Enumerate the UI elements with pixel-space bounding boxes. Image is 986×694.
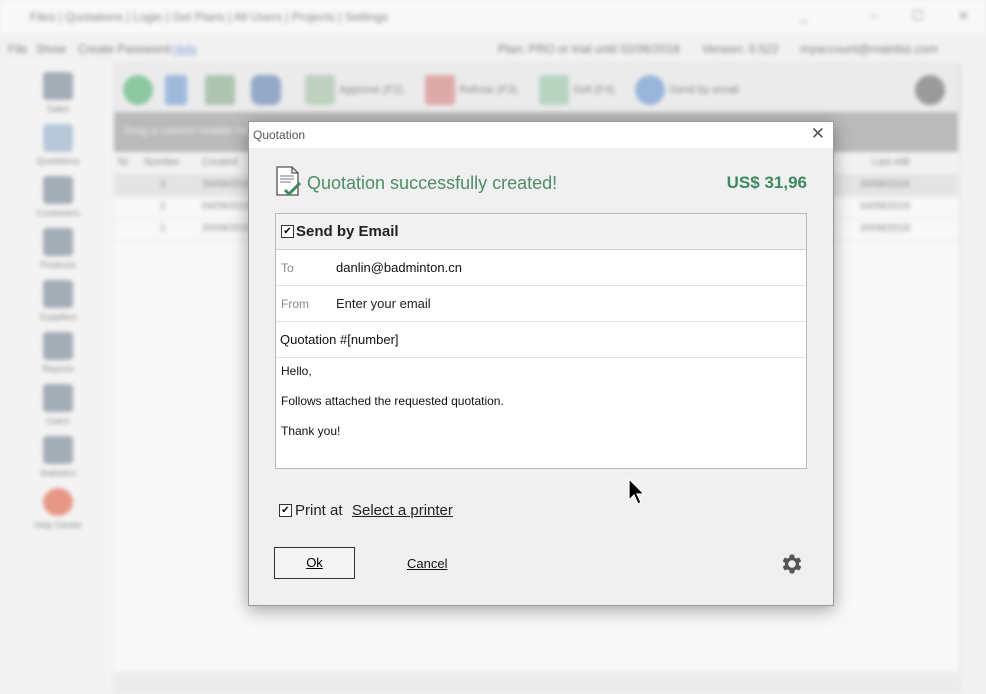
quotation-total: US$ 31,96 [726, 173, 807, 192]
quotation-dialog: Quotation ✕ Quotation successfully creat… [248, 121, 834, 606]
sidebar-item-users[interactable]: Users [18, 384, 98, 434]
plus-icon [123, 75, 153, 105]
truck-icon [43, 280, 73, 308]
minimize-icon[interactable]: _ [800, 8, 807, 23]
app-toolbar: Approve (F2) Refuse (F3) Sell (F4) Send … [114, 66, 960, 114]
cart-icon [43, 72, 73, 100]
document-check-icon [276, 166, 301, 197]
edit-button[interactable] [165, 75, 191, 105]
user-icon [43, 384, 73, 412]
app-menubar: File Show Create Password Help Plan: PRO… [0, 34, 986, 63]
reports-icon [43, 332, 73, 360]
dialog-titlebar: Quotation ✕ [249, 122, 833, 148]
print-checkbox[interactable]: ✔ [279, 504, 292, 517]
version-label: Version: 0.522 [702, 42, 779, 56]
app-window-title: Files | Quotations | Login | Get Plans |… [30, 10, 389, 24]
lifebuoy-icon [43, 488, 73, 516]
account-email[interactable]: myaccount@mainbiz.com [800, 42, 938, 56]
ok-label: Ok [306, 555, 323, 570]
body-line: Thank you! [281, 424, 341, 438]
sidebar-item-help-center[interactable]: Help Center [18, 488, 98, 538]
body-line: Hello, [281, 364, 312, 378]
sell-icon [539, 75, 569, 105]
sidebar-item-products[interactable]: Products [18, 228, 98, 278]
subject-row [276, 322, 806, 358]
approve-button[interactable]: Approve (F2) [305, 75, 403, 105]
to-field[interactable] [336, 260, 776, 275]
send-by-email-button[interactable]: Send by email [635, 75, 739, 105]
refuse-icon [425, 75, 455, 105]
toolbar-settings-button[interactable] [915, 75, 949, 105]
add-button[interactable] [123, 75, 157, 105]
send-email-checkbox[interactable]: ✔ [281, 225, 294, 238]
sidebar-item-suppliers[interactable]: Suppliers [18, 280, 98, 330]
menu-help-link[interactable]: Help [172, 42, 197, 56]
gear-icon [915, 75, 945, 105]
menu-file[interactable]: File [8, 42, 27, 56]
grid-pager-bar[interactable] [114, 672, 958, 694]
from-row: From [276, 286, 806, 322]
statistics-icon [43, 436, 73, 464]
from-label: From [281, 297, 309, 311]
send-email-label[interactable]: Send by Email [296, 223, 399, 240]
sell-button[interactable]: Sell (F4) [539, 75, 615, 105]
refuse-button[interactable]: Refuse (F3) [425, 75, 517, 105]
pencil-icon [165, 75, 187, 105]
right-side-panel[interactable] [960, 62, 986, 694]
menu-show[interactable]: Show [36, 42, 66, 56]
close-window-icon[interactable]: ✕ [958, 8, 969, 24]
ok-button[interactable]: Ok [274, 547, 355, 579]
email-panel: ✔ Send by Email To From Hello, Follows a… [275, 213, 807, 469]
sidebar-item-statistics[interactable]: Statistics [18, 436, 98, 486]
send-email-header: ✔ Send by Email [276, 214, 806, 250]
dialog-title: Quotation [253, 128, 306, 142]
document-icon [43, 124, 73, 152]
body-line: Follows attached the requested quotation… [281, 394, 504, 408]
to-row: To [276, 250, 806, 286]
plan-status: Plan: PRO or trial until 02/06/2016 [498, 42, 681, 56]
approve-icon [305, 75, 335, 105]
from-field[interactable] [336, 296, 776, 311]
select-printer-link[interactable]: Select a printer [352, 502, 453, 519]
cancel-button[interactable]: Cancel [407, 556, 447, 571]
close-icon[interactable]: ✕ [811, 125, 825, 143]
sidebar-item-quotations[interactable]: Quotations [18, 124, 98, 174]
customers-icon [43, 176, 73, 204]
success-message: Quotation successfully created! [307, 173, 558, 193]
printer-icon [205, 75, 235, 105]
app-sidebar: Sales Quotations Customers Products Supp… [0, 62, 112, 694]
minimize-window-icon[interactable]: – [870, 8, 877, 23]
mouse-cursor-icon [628, 478, 646, 505]
subject-field[interactable] [280, 332, 720, 347]
van-icon [251, 75, 281, 105]
sidebar-item-sales[interactable]: Sales [18, 72, 98, 122]
sidebar-item-customers[interactable]: Customers [18, 176, 98, 226]
menu-create-password[interactable]: Create Password [78, 42, 170, 56]
sidebar-item-reports[interactable]: Reports [18, 332, 98, 382]
maximize-icon[interactable]: ☐ [912, 8, 924, 24]
print-label[interactable]: Print at [295, 502, 343, 519]
gear-icon[interactable] [779, 551, 805, 577]
print-button[interactable] [205, 75, 239, 105]
products-icon [43, 228, 73, 256]
email-icon [635, 75, 665, 105]
to-label: To [281, 261, 294, 275]
vehicle-button[interactable] [251, 75, 285, 105]
email-body-field[interactable]: Hello, Follows attached the requested qu… [276, 358, 806, 468]
app-titlebar: Files | Quotations | Login | Get Plans |… [0, 0, 986, 35]
